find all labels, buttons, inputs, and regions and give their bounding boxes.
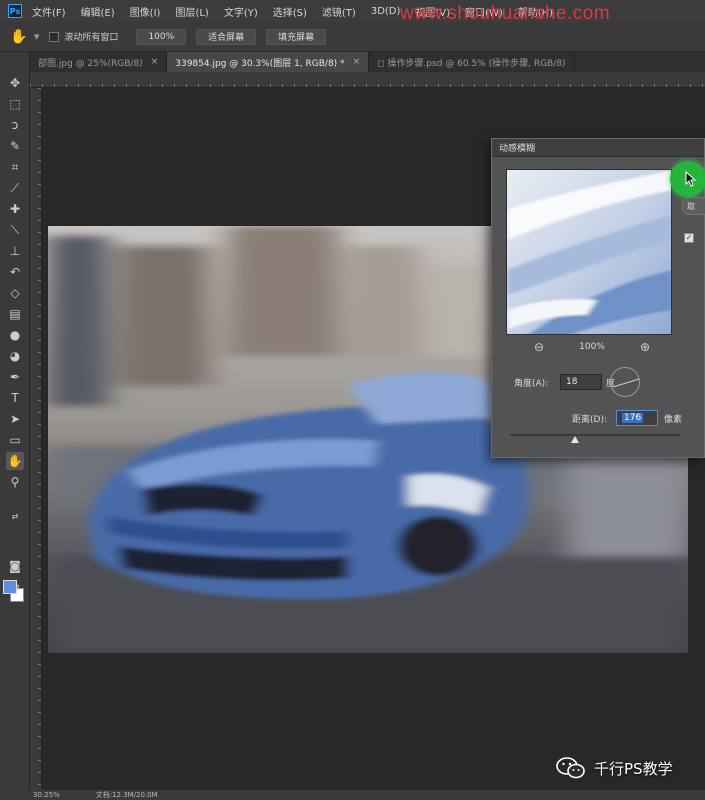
quick-mask-icon[interactable]: ◙ <box>6 557 24 575</box>
preview-checkbox[interactable]: ✓ <box>684 233 694 243</box>
distance-slider-track[interactable] <box>510 434 680 436</box>
tab-document-1[interactable]: 部图.jpg @ 25%(RGB/8) × <box>30 52 168 72</box>
hand-tool-preset-icon[interactable]: ✋ <box>10 29 34 45</box>
type-icon[interactable]: T <box>6 389 24 407</box>
close-icon[interactable]: × <box>353 57 361 67</box>
close-icon[interactable]: × <box>151 57 159 67</box>
distance-label: 距离(D): <box>572 415 607 425</box>
menu-edit[interactable]: 编辑(E) <box>81 4 115 19</box>
quick-select-icon[interactable]: ✎ <box>6 137 24 155</box>
preview-svg <box>507 170 671 334</box>
menu-type[interactable]: 文字(Y) <box>224 4 258 19</box>
angle-dial[interactable] <box>610 367 640 397</box>
crop-icon[interactable]: ⌗ <box>6 158 24 176</box>
healing-icon[interactable]: ✚ <box>6 200 24 218</box>
wechat-channel-name: 千行PS教学 <box>594 759 673 778</box>
pen-icon[interactable]: ✒ <box>6 368 24 386</box>
menu-select[interactable]: 选择(S) <box>273 4 307 19</box>
menu-filter[interactable]: 滤镜(T) <box>322 4 356 19</box>
brush-icon[interactable]: ⟍ <box>6 221 24 239</box>
angle-input[interactable]: 18 <box>560 374 602 390</box>
dialog-title[interactable]: 动感模糊 <box>492 139 704 157</box>
tab-label: ◻ 操作步骤.psd @ 60.5% (操作步骤, RGB/8) <box>377 58 566 69</box>
distance-value: 176 <box>622 413 644 423</box>
gradient-icon[interactable]: ▤ <box>6 305 24 323</box>
status-doc-size: 文档:12.3M/20.0M <box>95 791 158 799</box>
tab-label: 部图.jpg @ 25%(RGB/8) <box>38 58 143 69</box>
scroll-all-windows-checkbox[interactable] <box>49 31 60 42</box>
chevron-down-icon[interactable]: ▼ <box>34 33 39 41</box>
menu-layer[interactable]: 图层(L) <box>175 4 208 19</box>
angle-value: 18 <box>566 377 578 387</box>
fit-screen-button[interactable]: 适合屏幕 <box>196 28 257 45</box>
preview-zoom-row: ⊖ 100% ⊕ <box>532 339 652 355</box>
eraser-icon[interactable]: ◇ <box>6 284 24 302</box>
scroll-all-windows-label: 滚动所有窗口 <box>64 33 119 43</box>
move-icon[interactable]: ✥ <box>6 74 24 92</box>
rectangle-icon[interactable]: ▭ <box>6 431 24 449</box>
lasso-icon[interactable]: ↄ <box>6 116 24 134</box>
preview-zoom-label: 100% <box>579 342 605 352</box>
tab-document-2[interactable]: 339854.jpg @ 30.3%(图层 1, RGB/8) * × <box>167 52 370 72</box>
distance-slider-thumb[interactable] <box>570 436 579 443</box>
menu-image[interactable]: 图像(I) <box>130 4 161 19</box>
filter-preview[interactable] <box>506 169 672 335</box>
distance-unit-label: 像素 <box>664 415 683 425</box>
tools-panel: ✥ ⬚ ↄ ✎ ⌗ ⟋ ✚ ⟍ ⊥ ↶ ◇ ▤ ● ◕ ✒ T ➤ ▭ ✋ ⚲ … <box>0 52 30 790</box>
zoom-in-icon[interactable]: ⊕ <box>638 340 652 354</box>
status-zoom[interactable]: 30.25% <box>33 791 60 799</box>
path-select-icon[interactable]: ➤ <box>6 410 24 428</box>
wechat-icon <box>556 757 586 779</box>
tab-label: 339854.jpg @ 30.3%(图层 1, RGB/8) * <box>175 58 345 69</box>
vertical-ruler <box>30 88 42 790</box>
options-bar: ✋ ▼ 滚动所有窗口 100% 适合屏幕 填充屏幕 <box>0 22 705 52</box>
dodge-icon[interactable]: ◕ <box>6 347 24 365</box>
zoom-100-button[interactable]: 100% <box>136 28 187 45</box>
menu-file[interactable]: 文件(F) <box>32 4 66 19</box>
zoom-icon[interactable]: ⚲ <box>6 473 24 491</box>
cancel-button[interactable]: 取 <box>682 197 705 215</box>
eyedropper-icon[interactable]: ⟋ <box>6 179 24 197</box>
foreground-color-swatch[interactable] <box>3 580 17 594</box>
marquee-icon[interactable]: ⬚ <box>6 95 24 113</box>
mouse-cursor-icon <box>685 171 697 187</box>
angle-label: 角度(A): <box>514 379 549 389</box>
swap-colors-icon[interactable]: ⇄ <box>6 507 24 525</box>
distance-input[interactable]: 176 <box>616 410 658 426</box>
blur-icon[interactable]: ● <box>6 326 24 344</box>
angle-dial-svg <box>612 378 640 388</box>
zoom-out-icon[interactable]: ⊖ <box>532 340 546 354</box>
wechat-icon-svg <box>556 757 585 779</box>
menu-3d[interactable]: 3D(D) <box>371 6 401 17</box>
fill-screen-button[interactable]: 填充屏幕 <box>266 28 327 45</box>
document-tabs: 部图.jpg @ 25%(RGB/8) × 339854.jpg @ 30.3%… <box>30 52 705 72</box>
wechat-badge: 千行PS教学 <box>556 757 673 779</box>
motion-blur-dialog: 动感模糊 ⊖ 100% ⊕ 角度(A): 18 度 距离(D): 176 像素 … <box>491 138 705 458</box>
photoshop-window: Ps 文件(F) 编辑(E) 图像(I) 图层(L) 文字(Y) 选择(S) 滤… <box>0 0 705 800</box>
status-bar: 30.25% 文档:12.3M/20.0M <box>0 790 705 800</box>
photoshop-logo-icon: Ps <box>8 4 22 18</box>
history-brush-icon[interactable]: ↶ <box>6 263 24 281</box>
menu-bar: Ps 文件(F) 编辑(E) 图像(I) 图层(L) 文字(Y) 选择(S) 滤… <box>0 0 705 24</box>
horizontal-ruler <box>30 72 705 88</box>
tab-document-3[interactable]: ◻ 操作步骤.psd @ 60.5% (操作步骤, RGB/8) <box>369 52 575 72</box>
hand-icon[interactable]: ✋ <box>6 452 24 470</box>
stamp-icon[interactable]: ⊥ <box>6 242 24 260</box>
